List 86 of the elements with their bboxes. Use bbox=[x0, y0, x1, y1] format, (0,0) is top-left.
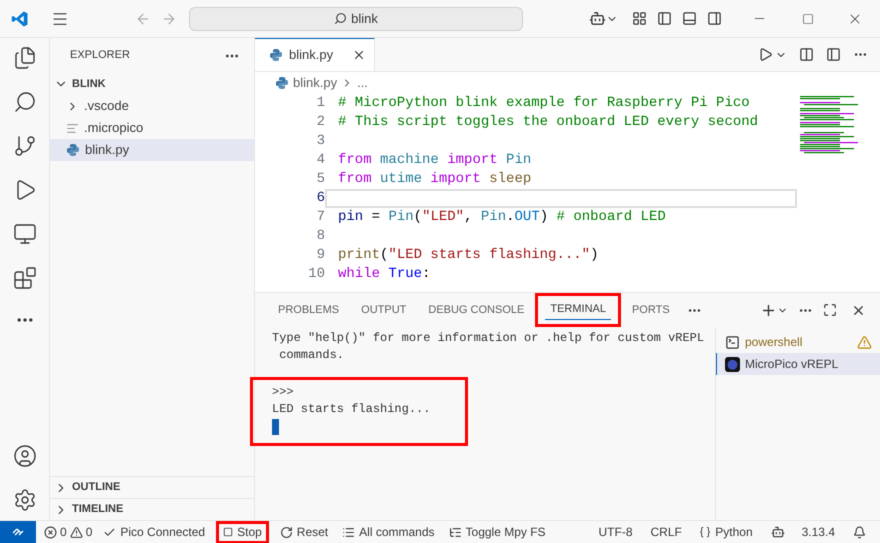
status-item[interactable]: 3.13.4 bbox=[770, 523, 835, 541]
left-panel-icon[interactable] bbox=[657, 11, 672, 26]
robot-icon[interactable] bbox=[589, 10, 606, 27]
warning-icon bbox=[70, 526, 83, 538]
terminal-line: Type "help()" for more information or .help for custom vREPL bbox=[272, 330, 704, 347]
python-file-icon bbox=[269, 48, 283, 62]
code-line: from utime import sleep bbox=[338, 170, 532, 189]
remote-button[interactable] bbox=[0, 521, 36, 543]
line-number: 3 bbox=[316, 132, 325, 151]
check-icon bbox=[103, 526, 116, 538]
panel-tab[interactable]: OUTPUT bbox=[356, 300, 412, 320]
code-line: pin = Pin("LED", Pin.OUT) # onboard LED bbox=[338, 208, 666, 227]
run-icon[interactable] bbox=[758, 47, 773, 62]
section-header[interactable]: OUTLINE bbox=[50, 476, 254, 498]
status-item[interactable]: Toggle Mpy FS bbox=[448, 523, 546, 541]
search-text: blink bbox=[351, 10, 378, 28]
bell-icon[interactable] bbox=[853, 526, 866, 538]
status-item[interactable]: Stop bbox=[223, 523, 262, 541]
line-number: 6 bbox=[316, 189, 325, 208]
line-number: 2 bbox=[316, 113, 325, 132]
line-number: 8 bbox=[316, 227, 325, 246]
terminal-cursor bbox=[272, 419, 279, 435]
right-panel-icon[interactable] bbox=[707, 11, 722, 26]
files-icon[interactable] bbox=[12, 46, 36, 70]
file-item[interactable]: .micropico bbox=[50, 117, 254, 139]
pico-icon bbox=[725, 356, 740, 372]
robot-icon bbox=[770, 525, 785, 539]
status-item[interactable]: Pico Connected bbox=[103, 523, 206, 541]
bottom-panel-icon[interactable] bbox=[682, 11, 697, 26]
app-logo-icon bbox=[11, 10, 29, 28]
monitor-icon[interactable] bbox=[12, 222, 36, 246]
search-field[interactable]: blink bbox=[189, 6, 523, 30]
panel-tab[interactable]: PORTS bbox=[626, 300, 675, 320]
line-number: 7 bbox=[316, 208, 325, 227]
list-icon bbox=[342, 526, 356, 538]
line-number: 10 bbox=[307, 265, 325, 284]
account-icon[interactable] bbox=[12, 444, 36, 468]
terminal-list-item[interactable]: powershell bbox=[716, 331, 880, 353]
line-number: 1 bbox=[316, 94, 325, 113]
branch-icon[interactable] bbox=[12, 134, 36, 158]
close-icon[interactable] bbox=[352, 48, 366, 62]
line-number: 5 bbox=[316, 170, 325, 189]
problems-item[interactable]: 0 0 bbox=[44, 523, 92, 541]
python-file-icon bbox=[66, 143, 80, 157]
line-number: 9 bbox=[316, 246, 325, 265]
python-file-icon bbox=[275, 76, 289, 90]
settings-icon[interactable] bbox=[12, 488, 36, 512]
terminal-line: LED starts flashing... bbox=[272, 401, 430, 418]
panel-tab[interactable]: DEBUG CONSOLE bbox=[423, 300, 530, 320]
search-icon bbox=[334, 12, 348, 25]
split-editor-icon[interactable] bbox=[826, 47, 841, 62]
code-line: while True: bbox=[338, 265, 430, 284]
file-item[interactable]: blink.py bbox=[50, 139, 254, 161]
stop-icon bbox=[223, 527, 234, 537]
code-line: # This script toggles the onboard LED every second bbox=[338, 113, 758, 132]
status-item[interactable]: UTF-8 bbox=[598, 523, 633, 541]
code-line: # MicroPython blink example for Raspberry Pi Pico bbox=[338, 94, 750, 113]
folder-header[interactable]: BLINK bbox=[50, 73, 254, 95]
terminal-list-item[interactable]: MicroPico vREPL bbox=[716, 353, 880, 375]
extensions-icon[interactable] bbox=[12, 266, 36, 290]
terminal-line: >>> bbox=[272, 384, 294, 401]
file-item[interactable]: .vscode bbox=[50, 95, 254, 117]
tree-icon bbox=[448, 526, 462, 538]
code-line: from machine import Pin bbox=[338, 151, 532, 170]
maximize-icon[interactable] bbox=[823, 303, 837, 317]
status-item[interactable]: CRLF bbox=[650, 523, 682, 541]
braces-icon: { } bbox=[700, 524, 710, 540]
panel-tab[interactable]: TERMINAL bbox=[545, 300, 611, 320]
code-line: print("LED starts flashing...") bbox=[338, 246, 598, 265]
breadcrumb-item[interactable]: ... bbox=[357, 73, 368, 93]
status-item[interactable]: Reset bbox=[280, 523, 328, 541]
file-lines-icon bbox=[66, 122, 79, 134]
search-icon[interactable] bbox=[12, 90, 36, 114]
layout-icon[interactable] bbox=[632, 11, 647, 26]
terminal-icon bbox=[725, 334, 740, 350]
panel-tab[interactable]: PROBLEMS bbox=[273, 300, 344, 320]
sidebar-title: EXPLORER bbox=[70, 48, 130, 64]
breadcrumb-item[interactable]: blink.py bbox=[293, 73, 338, 93]
line-number: 4 bbox=[316, 151, 325, 170]
terminal-line: commands. bbox=[278, 347, 344, 364]
status-item[interactable]: { } Python bbox=[700, 523, 753, 541]
error-icon bbox=[44, 526, 57, 538]
reset-icon bbox=[280, 526, 293, 538]
editor-tab[interactable]: blink.py bbox=[255, 38, 375, 71]
preview-icon[interactable] bbox=[799, 47, 814, 62]
status-item[interactable]: All commands bbox=[342, 523, 435, 541]
